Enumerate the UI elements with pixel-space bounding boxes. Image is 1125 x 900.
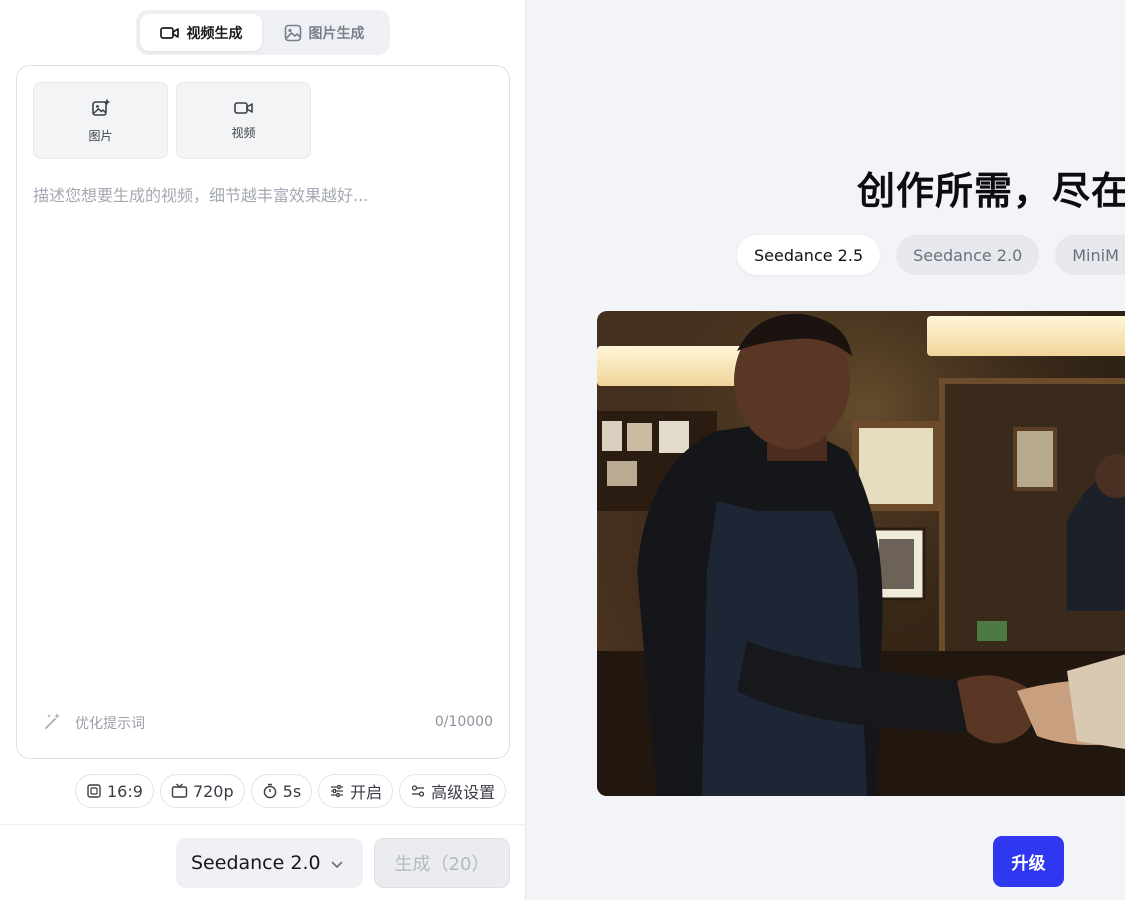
video-camera-icon [159, 26, 180, 40]
prompt-input[interactable]: 描述您想要生成的视频，细节越丰富效果越好... [33, 182, 495, 206]
showcase-headline: 创作所需，尽在 [857, 169, 1125, 213]
advanced-settings-label: 高级设置 [431, 783, 496, 802]
aspect-ratio-value: 16:9 [107, 781, 143, 801]
mode-tabs: 视频生成 图片生成 [136, 10, 390, 55]
video-camera-icon [233, 100, 254, 119]
prompt-editor: 图片 视频 描述您想要生成的视频，细节越丰富效果越好... 优化提示词 0/10… [16, 65, 510, 759]
char-counter: 0/10000 [434, 714, 493, 730]
preview-video[interactable] [597, 311, 1125, 796]
toggle-value: 开启 [350, 783, 383, 802]
tv-icon [171, 783, 188, 799]
resolution-option[interactable]: 720p [159, 774, 245, 808]
optimize-prompt-label: 优化提示词 [75, 716, 145, 732]
toggle-option[interactable]: 开启 [318, 774, 394, 808]
model-chips: Seedance 2.5 Seedance 2.0 MiniM [737, 235, 1125, 275]
duration-value: 5s [282, 781, 302, 801]
chevron-down-icon [331, 852, 343, 874]
image-add-icon [91, 98, 111, 122]
aspect-ratio-icon [86, 783, 102, 799]
optimize-prompt-button[interactable]: 优化提示词 [43, 711, 145, 735]
tab-video-generation[interactable]: 视频生成 [140, 14, 262, 51]
model-chip-seedance-2-5[interactable]: Seedance 2.5 [737, 235, 881, 275]
sliders-icon [329, 783, 345, 799]
advanced-settings-option[interactable]: 高级设置 [399, 774, 507, 808]
timer-icon [262, 783, 278, 799]
generator-panel: 视频生成 图片生成 图片 视频 描述您想要生成的视频，细节越丰富效果越好... [0, 0, 526, 900]
tab-video-label: 视频生成 [186, 25, 243, 42]
generation-options: 16:9 720p 5s 开启 高级设置 [75, 774, 507, 808]
upload-image-label: 图片 [88, 128, 113, 143]
upgrade-button[interactable]: 升级 [993, 836, 1064, 887]
image-icon [284, 24, 302, 42]
model-chip-seedance-2-0[interactable]: Seedance 2.0 [896, 235, 1040, 275]
model-select[interactable]: Seedance 2.0 [176, 838, 363, 888]
tab-image-generation[interactable]: 图片生成 [262, 14, 386, 51]
resolution-value: 720p [192, 781, 234, 801]
model-select-value: Seedance 2.0 [191, 852, 321, 874]
aspect-ratio-option[interactable]: 16:9 [75, 774, 154, 808]
model-chip-minim[interactable]: MiniM [1055, 235, 1125, 275]
magic-wand-icon [43, 711, 63, 735]
upload-video-button[interactable]: 视频 [176, 82, 311, 159]
bottom-bar: Seedance 2.0 生成（20） [0, 824, 526, 900]
tab-image-label: 图片生成 [308, 25, 365, 42]
advanced-settings-icon [410, 783, 426, 799]
showcase-panel: 创作所需，尽在 Seedance 2.5 Seedance 2.0 MiniM [527, 0, 1125, 900]
duration-option[interactable]: 5s [250, 774, 313, 808]
upload-image-button[interactable]: 图片 [33, 82, 168, 159]
upload-video-label: 视频 [231, 126, 256, 140]
generate-button[interactable]: 生成（20） [374, 838, 510, 888]
